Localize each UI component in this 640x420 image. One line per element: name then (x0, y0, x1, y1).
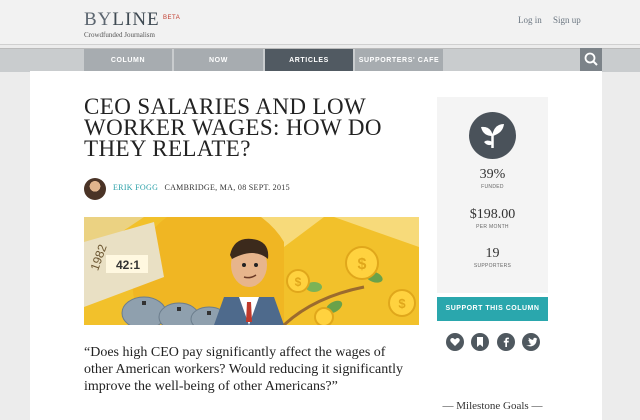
svg-text:$: $ (295, 275, 302, 289)
stat-funded: 39% FUNDED (437, 167, 548, 190)
sprout-badge (469, 112, 516, 159)
hero-ratio: 42:1 (116, 258, 140, 272)
nav-item-articles[interactable]: ARTICLES (265, 49, 354, 72)
author-avatar[interactable] (84, 178, 106, 200)
article-location: CAMBRIDGE, MA, (164, 183, 236, 192)
beta-badge: BETA (163, 15, 181, 21)
svg-text:$: $ (358, 256, 367, 273)
nav-item-column[interactable]: COLUMN (84, 49, 173, 72)
article-title: CEO SALARIES AND LOW WORKER WAGES: HOW D… (84, 94, 382, 161)
stat-funded-value: 39% (479, 167, 506, 182)
bookmark-icon[interactable] (471, 333, 489, 351)
author-link[interactable]: ERIK FOGG (113, 183, 158, 192)
stat-per-month-label: PER MONTH (476, 224, 509, 230)
stat-supporters-value: 19 (485, 246, 500, 261)
signup-link[interactable]: Sign up (553, 15, 581, 25)
logo[interactable]: BYLINE (84, 9, 160, 31)
login-link[interactable]: Log in (518, 15, 542, 25)
tagline: Crowdfunded Journalism (84, 31, 155, 39)
nav-item-supporters-cafe[interactable]: SUPPORTERS' CAFE (355, 49, 444, 72)
stat-supporters: 19 SUPPORTERS (437, 246, 548, 269)
search-button[interactable] (580, 48, 602, 71)
logo-part-line: LINE (112, 9, 160, 30)
header-bar: BYLINE BETA Crowdfunded Journalism Log i… (0, 0, 640, 45)
logo-part-by: BY (84, 9, 113, 30)
hero-illustration: 1982 42:1 $ $ $ (84, 217, 419, 325)
sprout-icon (481, 124, 504, 148)
nav-bar: COLUMN NOW ARTICLES SUPPORTERS' CAFE (0, 48, 640, 72)
article-quote: “Does high CEO pay significantly affect … (84, 345, 403, 394)
search-icon (584, 52, 598, 66)
facebook-icon[interactable] (497, 333, 515, 351)
support-column-button[interactable]: SUPPORT THIS COLUMN (437, 297, 548, 321)
svg-text:$: $ (398, 296, 406, 311)
twitter-icon[interactable] (522, 333, 540, 351)
heart-icon[interactable] (446, 333, 464, 351)
stat-per-month: $198.00 PER MONTH (437, 207, 548, 230)
stat-funded-label: FUNDED (481, 184, 504, 190)
stat-per-month-value: $198.00 (469, 207, 516, 222)
byline: ERIK FOGG CAMBRIDGE, MA, 08 SEPT. 2015 (113, 183, 290, 192)
social-icons (446, 333, 546, 351)
article-date: 08 SEPT. 2015 (237, 183, 290, 192)
milestone-goals-heading: — Milestone Goals — (442, 400, 543, 412)
stat-supporters-label: SUPPORTERS (473, 263, 512, 269)
nav-item-now[interactable]: NOW (174, 49, 264, 72)
